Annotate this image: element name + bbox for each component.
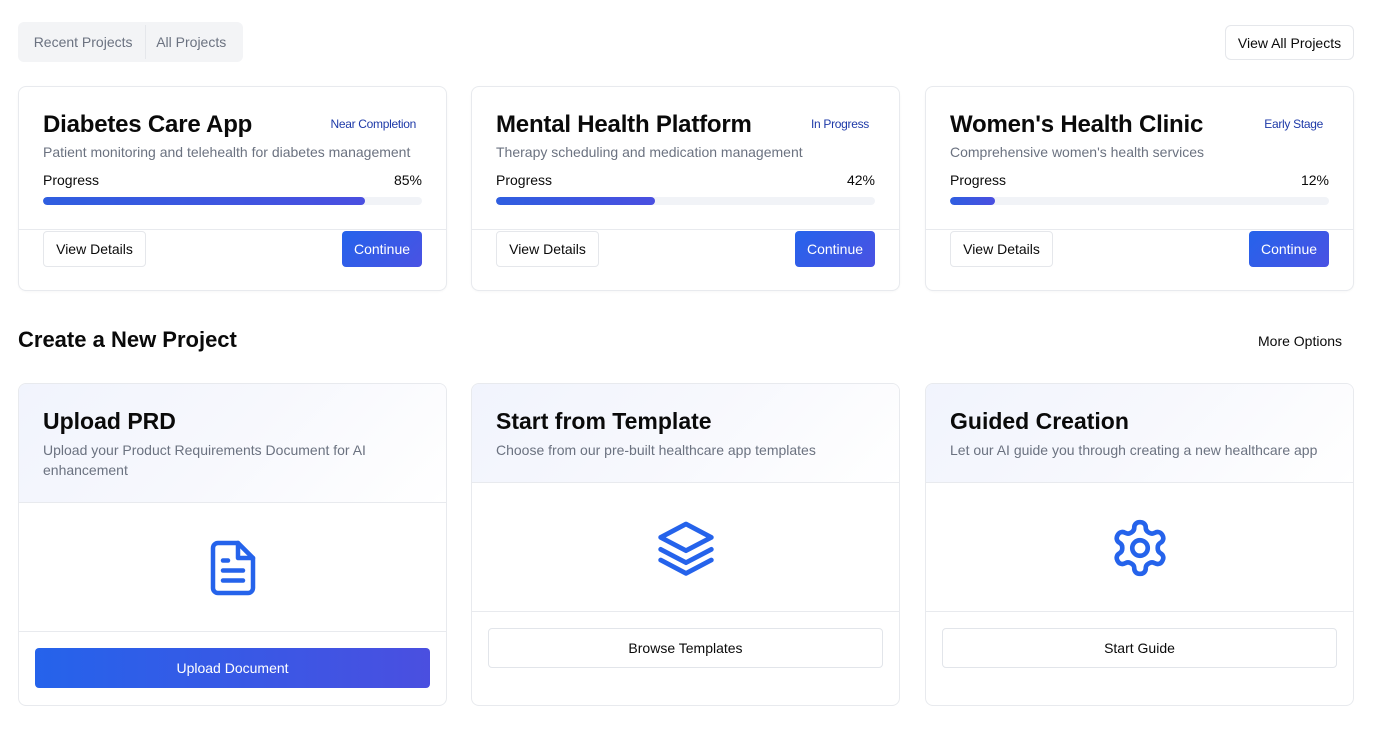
document-icon (210, 540, 255, 595)
view-details-button[interactable]: View Details (496, 231, 599, 267)
progress-bar-fill (950, 197, 996, 205)
progress-label: Progress (43, 172, 100, 188)
card-divider (19, 229, 446, 230)
project-card-womens-health: Women's Health Clinic Early Stage Compre… (925, 86, 1354, 291)
progress-value: 12% (1300, 172, 1329, 188)
project-card-mental-health: Mental Health Platform In Progress Thera… (471, 86, 900, 291)
card-description: Upload your Product Requirements Documen… (43, 442, 366, 478)
layers-icon (657, 521, 714, 576)
progress-bar-fill (496, 197, 656, 205)
icon-area (472, 484, 899, 611)
card-divider (926, 611, 1353, 612)
card-description: Choose from our pre-built healthcare app… (496, 442, 816, 458)
continue-button[interactable]: Continue (795, 231, 875, 267)
progress-value: 85% (393, 172, 422, 188)
create-card-guided: Guided Creation Let our AI guide you thr… (925, 383, 1354, 706)
status-badge: In Progress (810, 117, 869, 131)
card-divider (926, 229, 1353, 230)
upload-document-button[interactable]: Upload Document (35, 648, 430, 688)
view-details-button[interactable]: View Details (43, 231, 146, 267)
status-badge: Early Stage (1264, 117, 1323, 131)
card-header: Upload PRD Upload your Product Requireme… (19, 384, 446, 503)
progress-label: Progress (496, 172, 553, 188)
card-title: Start from Template (496, 408, 712, 434)
card-header: Start from Template Choose from our pre-… (472, 384, 899, 483)
icon-area (926, 484, 1353, 611)
progress-bar-fill (43, 197, 366, 205)
status-badge: Near Completion (330, 117, 416, 131)
card-divider (472, 229, 899, 230)
progress-bar (496, 197, 875, 205)
dashboard-page: Recent Projects All Projects View All Pr… (0, 0, 1375, 730)
project-card-diabetes-care: Diabetes Care App Near Completion Patien… (18, 86, 447, 291)
progress-bar (950, 197, 1329, 205)
gear-icon (1113, 519, 1166, 576)
browse-templates-button[interactable]: Browse Templates (488, 628, 883, 668)
card-header: Guided Creation Let our AI guide you thr… (926, 384, 1353, 483)
card-divider (472, 611, 899, 612)
project-title: Women's Health Clinic (950, 111, 1204, 138)
create-card-template: Start from Template Choose from our pre-… (471, 383, 900, 706)
view-details-button[interactable]: View Details (950, 231, 1053, 267)
continue-button[interactable]: Continue (1249, 231, 1329, 267)
project-description: Patient monitoring and telehealth for di… (43, 144, 411, 160)
continue-button[interactable]: Continue (342, 231, 422, 267)
project-tabs: Recent Projects All Projects (18, 22, 243, 62)
tab-all-projects[interactable]: All Projects (145, 25, 240, 59)
progress-bar (43, 197, 422, 205)
section-title: Create a New Project (18, 327, 237, 352)
progress-label: Progress (950, 172, 1007, 188)
project-title: Diabetes Care App (43, 111, 253, 138)
project-description: Therapy scheduling and medication manage… (496, 144, 803, 160)
card-description: Let our AI guide you through creating a … (950, 442, 1318, 458)
more-options-link[interactable]: More Options (1258, 333, 1342, 349)
view-all-projects-button[interactable]: View All Projects (1225, 25, 1354, 60)
start-guide-button[interactable]: Start Guide (942, 628, 1337, 668)
project-description: Comprehensive women's health services (950, 144, 1205, 160)
card-title: Upload PRD (43, 408, 176, 434)
tab-recent-projects[interactable]: Recent Projects (21, 25, 146, 59)
card-title: Guided Creation (950, 408, 1129, 434)
project-title: Mental Health Platform (496, 111, 752, 138)
icon-area (19, 504, 446, 631)
progress-value: 42% (846, 172, 875, 188)
card-divider (19, 631, 446, 632)
create-card-upload-prd: Upload PRD Upload your Product Requireme… (18, 383, 447, 706)
